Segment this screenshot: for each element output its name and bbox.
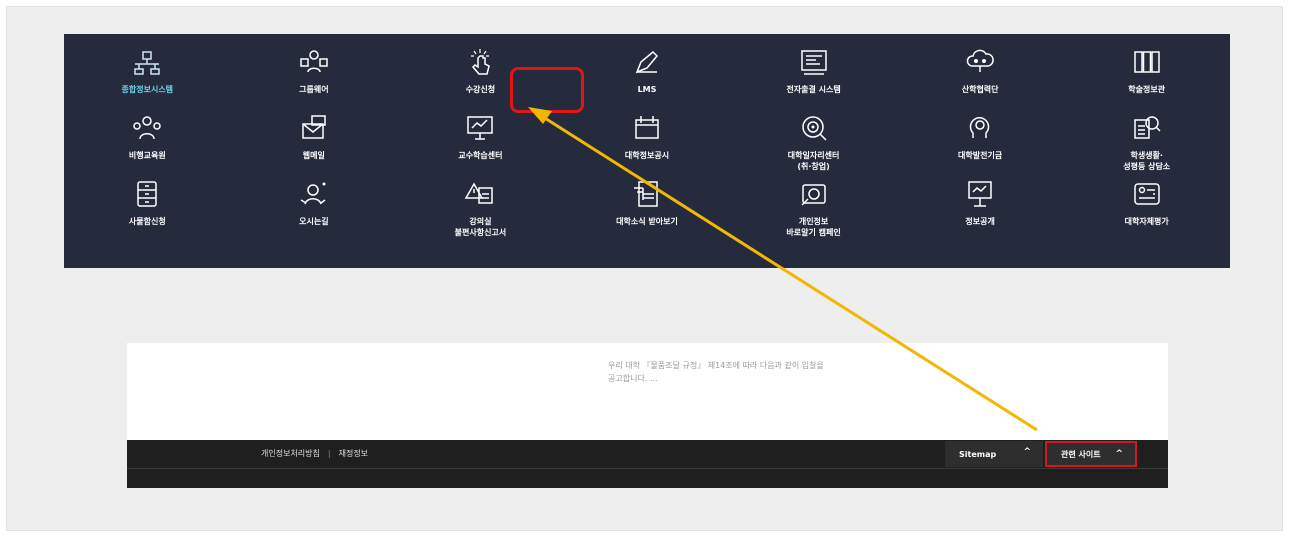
footer-links: 개인정보처리방침 | 재정정보 <box>261 448 368 459</box>
related-site-label: 대학발전기금 <box>958 151 1003 160</box>
course-registration-highlight <box>510 67 584 113</box>
related-site-label: 종합정보시스템 <box>121 85 174 94</box>
sitemap-button[interactable]: Sitemap ^ <box>945 441 1043 467</box>
related-site-item[interactable]: 대학발전기금 <box>897 108 1064 174</box>
related-site-item[interactable]: 정보공개 <box>897 174 1064 240</box>
related-site-item[interactable]: 대학일자리센터 (취·창업) <box>730 108 897 174</box>
bid-notice-excerpt[interactable]: 우리 대학 『물품조달 규정』 제14조에 따라 다음과 같이 입찰을 공고합니… <box>608 359 828 385</box>
related-site-label: 수강신청 <box>465 85 496 94</box>
related-site-label: 대학정보공시 <box>624 151 670 160</box>
related-site-label: 전자출결 시스템 <box>786 85 841 94</box>
info-board-icon <box>964 178 996 210</box>
related-site-label: 대학자체평가 <box>1124 217 1169 226</box>
related-site-label: 그룹웨어 <box>299 85 329 94</box>
financial-info-link[interactable]: 재정정보 <box>339 449 368 458</box>
group-icon <box>298 46 330 78</box>
related-sites-panel: 종합정보시스템 그룹웨어 수강신청 LMS 전자출결 시스템 산학협력단 학술정보관비행교육… <box>64 34 1230 268</box>
related-site-item[interactable]: 오시는길 <box>231 174 398 240</box>
related-sites-label: 관련 사이트 <box>1061 449 1101 459</box>
related-site-item[interactable]: 대학소식 받아보기 <box>564 174 731 240</box>
related-site-item[interactable]: 학술정보관 <box>1063 42 1230 108</box>
related-site-label: 대학소식 받아보기 <box>616 217 678 226</box>
target-icon <box>798 112 830 144</box>
related-site-item[interactable]: 대학정보공시 <box>564 108 731 174</box>
document-search-icon <box>1131 112 1163 144</box>
related-site-item[interactable]: 강의실 불편사항신고서 <box>397 174 564 240</box>
related-site-item[interactable]: 그룹웨어 <box>231 42 398 108</box>
related-sites-grid: 종합정보시스템 그룹웨어 수강신청 LMS 전자출결 시스템 산학협력단 학술정보관비행교육… <box>64 42 1230 240</box>
related-site-label: 웹메일 <box>302 151 325 160</box>
related-site-item[interactable]: 비행교육원 <box>64 108 231 174</box>
related-site-label: 비행교육원 <box>128 151 166 160</box>
mail-icon <box>298 112 330 144</box>
related-site-label: 오시는길 <box>299 217 329 226</box>
caret-up-icon: ^ <box>1023 447 1031 457</box>
related-site-item[interactable]: LMS <box>564 42 731 108</box>
related-site-item[interactable]: 개인정보 바로알기 캠페인 <box>730 174 897 240</box>
calendar-icon <box>631 112 663 144</box>
page-footer-screenshot: 우리 대학 『물품조달 규정』 제14조에 따라 다음과 같이 입찰을 공고합니… <box>127 343 1168 488</box>
map-person-icon <box>298 178 330 210</box>
related-site-label: 학생생활· 성평등 상담소 <box>1123 151 1171 171</box>
related-site-item[interactable]: 사물함신청 <box>64 174 231 240</box>
related-site-item[interactable]: 교수학습센터 <box>397 108 564 174</box>
locker-icon <box>131 178 163 210</box>
related-site-label: 교수학습센터 <box>458 151 503 160</box>
related-site-item[interactable]: 학생생활· 성평등 상담소 <box>1063 108 1230 174</box>
sitemap-label: Sitemap <box>959 449 997 459</box>
footer-separator: | <box>327 449 331 458</box>
related-sites-button[interactable]: 관련 사이트 ^ <box>1045 441 1137 467</box>
related-site-label: 산학협력단 <box>961 85 999 94</box>
site-footer: 개인정보처리방침 | 재정정보 Sitemap ^ 관련 사이트 ^ <box>127 440 1168 488</box>
related-site-item[interactable]: 산학협력단 <box>897 42 1064 108</box>
library-books-icon <box>1131 46 1163 78</box>
team-icon <box>131 112 163 144</box>
fund-head-icon <box>964 112 996 144</box>
related-site-item[interactable]: 대학자체평가 <box>1063 174 1230 240</box>
related-site-item[interactable]: 종합정보시스템 <box>64 42 231 108</box>
related-site-label: 강의실 불편사항신고서 <box>454 217 507 237</box>
presentation-icon <box>464 112 496 144</box>
related-site-label: 개인정보 바로알기 캠페인 <box>786 217 841 237</box>
related-site-label: 정보공개 <box>965 217 995 226</box>
privacy-policy-link[interactable]: 개인정보처리방침 <box>261 449 320 458</box>
evaluation-icon <box>1131 178 1163 210</box>
caret-up-icon: ^ <box>1115 449 1123 459</box>
related-site-label: 사물함신청 <box>128 217 166 226</box>
org-chart-icon <box>131 46 163 78</box>
cloud-network-icon <box>964 46 996 78</box>
warning-report-icon <box>464 178 496 210</box>
privacy-camera-icon <box>798 178 830 210</box>
footer-divider <box>127 468 1168 469</box>
related-site-item[interactable]: 웹메일 <box>231 108 398 174</box>
related-site-label: 대학일자리센터 (취·창업) <box>787 151 840 171</box>
related-site-label: LMS <box>637 85 657 94</box>
related-site-label: 학술정보관 <box>1128 85 1166 94</box>
related-site-item[interactable]: 전자출결 시스템 <box>730 42 897 108</box>
pen-icon <box>631 46 663 78</box>
newsletter-icon <box>631 178 663 210</box>
touch-hand-icon <box>464 46 496 78</box>
attendance-board-icon <box>798 46 830 78</box>
